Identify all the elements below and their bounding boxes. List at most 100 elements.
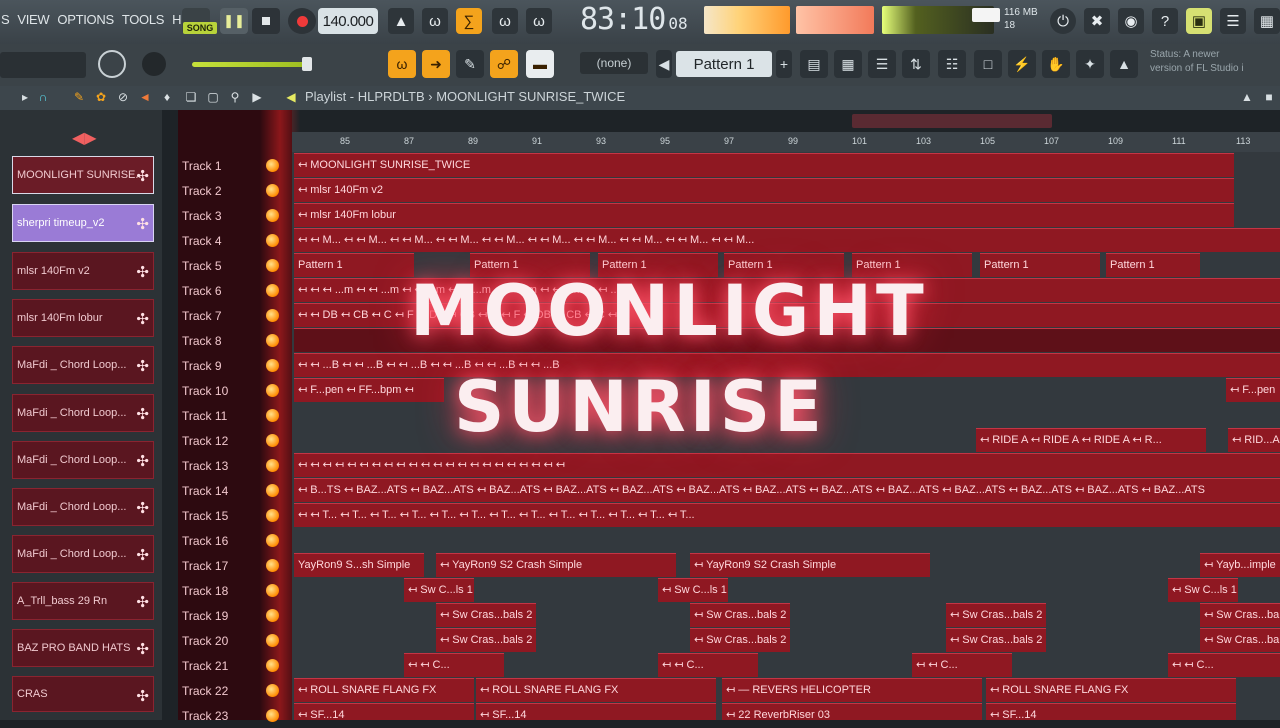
menu-options[interactable]: OPTIONS bbox=[56, 12, 114, 27]
pattern-clip[interactable]: Pattern 1 bbox=[470, 253, 590, 277]
save-button[interactable]: ▣ bbox=[1186, 8, 1212, 34]
clip-track12[interactable]: ↤ RIDE A ↤ RIDE A ↤ RIDE A ↤ R... bbox=[976, 428, 1206, 452]
clip-track7[interactable]: ↤ ↤ DB ↤ CB ↤ C ↤ F ↤ DB ↤ CB ↤ C ↤ F ↤ … bbox=[294, 303, 1280, 327]
mixer-button[interactable]: ☰ bbox=[1220, 8, 1246, 34]
picker-item[interactable]: mlsr 140Fm v2 ✣ bbox=[12, 252, 154, 290]
pattern-clip[interactable]: Pattern 1 bbox=[598, 253, 718, 277]
clip-track23[interactable]: ↤ SF...14 bbox=[294, 703, 474, 720]
track-mute-button[interactable] bbox=[266, 359, 279, 372]
menu-tools[interactable]: TOOLS bbox=[121, 12, 165, 27]
clip-track14[interactable]: ↤ B...TS ↤ BAZ...ATS ↤ BAZ...ATS ↤ BAZ..… bbox=[294, 478, 1280, 502]
clip-track22[interactable]: ↤ ROLL SNARE FLANG FX bbox=[476, 678, 716, 702]
picker-item[interactable]: mlsr 140Fm lobur ✣ bbox=[12, 299, 154, 337]
picker-item[interactable]: MaFdi _ Chord Loop... ✣ bbox=[12, 394, 154, 432]
clip-track23[interactable]: ↤ 22 ReverbRiser 03 bbox=[722, 703, 982, 720]
slider-handle[interactable] bbox=[302, 57, 312, 71]
clip-track2[interactable]: ↤ mlsr 140Fm v2 bbox=[294, 178, 1234, 202]
pattern-clip[interactable]: Pattern 1 bbox=[852, 253, 972, 277]
track-mute-button[interactable] bbox=[266, 434, 279, 447]
track-mute-button[interactable] bbox=[266, 609, 279, 622]
picker-arrows-icon[interactable]: ◀▶ bbox=[72, 128, 97, 148]
clip-track8[interactable] bbox=[294, 328, 1280, 352]
track-mute-button[interactable] bbox=[266, 334, 279, 347]
step-edit-button[interactable]: ω bbox=[492, 8, 518, 34]
master-volume-slider[interactable] bbox=[192, 62, 312, 67]
magnet-snap-button[interactable]: ∩ bbox=[36, 90, 50, 104]
track-mute-button[interactable] bbox=[266, 709, 279, 722]
slice-mode-button[interactable]: ❏ bbox=[184, 90, 198, 104]
song-mode-label[interactable]: SONG bbox=[183, 22, 217, 34]
clip-track21[interactable]: ↤ ↤ C... bbox=[658, 653, 758, 677]
clip-track20[interactable]: ↤ Sw Cras...bals 2 bbox=[1200, 628, 1280, 652]
playlist-window-button[interactable]: ▤ bbox=[800, 50, 828, 78]
clip-track17[interactable]: ↤ YayRon9 S2 Crash Simple bbox=[436, 553, 676, 577]
track-mute-button[interactable] bbox=[266, 659, 279, 672]
mixer-window-button[interactable]: ⇅ bbox=[902, 50, 930, 78]
clip-track21[interactable]: ↤ ↤ C... bbox=[404, 653, 504, 677]
paint-mode-button[interactable]: ✿ bbox=[94, 90, 108, 104]
picker-item[interactable]: A_Trll_bass 29 Rn ✣ bbox=[12, 582, 154, 620]
pattern-clip[interactable]: Pattern 1 bbox=[294, 253, 414, 277]
clip-track23[interactable]: ↤ SF...14 bbox=[476, 703, 716, 720]
clip-track19[interactable]: ↤ Sw Cras...bals 2 bbox=[436, 603, 536, 627]
snap-selector[interactable]: (none) bbox=[580, 52, 648, 74]
clip-track20[interactable]: ↤ Sw Cras...bals 2 bbox=[436, 628, 536, 652]
picker-item[interactable]: MOONLIGHT SUNRISE... ✣ bbox=[12, 156, 154, 194]
track-mute-button[interactable] bbox=[266, 509, 279, 522]
picker-item[interactable]: MaFdi _ Chord Loop... ✣ bbox=[12, 346, 154, 384]
pattern-clip[interactable]: Pattern 1 bbox=[980, 253, 1100, 277]
clip-track17[interactable]: YayRon9 S...sh Simple bbox=[294, 553, 424, 577]
blend-button[interactable]: ω bbox=[526, 8, 552, 34]
project-button[interactable]: ☷ bbox=[938, 50, 966, 78]
browser-button[interactable]: □ bbox=[974, 50, 1002, 78]
clip-track18[interactable]: ↤ Sw C...ls 1 bbox=[404, 578, 474, 602]
clip-track1[interactable]: ↤ MOONLIGHT SUNRISE_TWICE bbox=[294, 153, 1234, 177]
timeline-ruler[interactable] bbox=[292, 132, 1280, 152]
clip-track10[interactable]: ↤ F...pen ↤ FF...bpm ↤ bbox=[294, 378, 444, 402]
playlist-close-button[interactable]: ■ bbox=[1262, 90, 1276, 104]
stop-button[interactable] bbox=[252, 8, 280, 34]
metronome-button[interactable]: ▲ bbox=[388, 8, 414, 34]
piano-roll-button[interactable]: ▦ bbox=[834, 50, 862, 78]
tempo-display[interactable]: 140.000 bbox=[318, 8, 378, 34]
delete-mode-button[interactable]: ⊘ bbox=[116, 90, 130, 104]
tools-button[interactable]: ✖ bbox=[1084, 8, 1110, 34]
pattern-clip[interactable]: Pattern 1 bbox=[724, 253, 844, 277]
clip-track6[interactable]: ↤ ↤ ↤ ...m ↤ ↤ ...m ↤ ↤ ...m ↤ ↤ ...m ↤ … bbox=[294, 278, 1280, 302]
clip-track3[interactable]: ↤ mlsr 140Fm lobur bbox=[294, 203, 1234, 227]
play-button[interactable]: ❚❚ bbox=[220, 8, 248, 34]
clip-track22[interactable]: ↤ ROLL SNARE FLANG FX bbox=[294, 678, 474, 702]
clip-track18[interactable]: ↤ Sw C...ls 1 bbox=[1168, 578, 1238, 602]
clip-track17[interactable]: ↤ YayRon9 S2 Crash Simple bbox=[690, 553, 930, 577]
playlist-menu-arrow[interactable]: ▸ bbox=[18, 90, 32, 104]
clip-track9[interactable]: ↤ ↤ ...B ↤ ↤ ...B ↤ ↤ ...B ↤ ↤ ...B ↤ ↤ … bbox=[294, 353, 1280, 377]
fx-button[interactable]: ✦ bbox=[1076, 50, 1104, 78]
draw-mode-button[interactable]: ✎ bbox=[72, 90, 86, 104]
playback-mode-button[interactable]: ▶ bbox=[250, 90, 264, 104]
picker-item[interactable]: MaFdi _ Chord Loop... ✣ bbox=[12, 535, 154, 573]
countdown-button[interactable]: ∑ bbox=[456, 8, 482, 34]
menu-view[interactable]: VIEW bbox=[16, 12, 50, 27]
track-mute-button[interactable] bbox=[266, 584, 279, 597]
stamp-tool-button[interactable]: ▬ bbox=[526, 50, 554, 78]
track-mute-button[interactable] bbox=[266, 234, 279, 247]
clip-track19[interactable]: ↤ Sw Cras...bals 2 bbox=[1200, 603, 1280, 627]
record-button[interactable] bbox=[288, 8, 316, 34]
plugin-picker-button[interactable]: ⚡ bbox=[1008, 50, 1036, 78]
picker-item[interactable]: MaFdi _ Chord Loop... ✣ bbox=[12, 488, 154, 526]
playlist-minimize-button[interactable]: ▲ bbox=[1240, 90, 1254, 104]
picker-item[interactable]: MaFdi _ Chord Loop... ✣ bbox=[12, 441, 154, 479]
pattern-clip[interactable]: Pattern 1 bbox=[1106, 253, 1200, 277]
master-volume-knob[interactable] bbox=[98, 50, 126, 78]
pattern-add-button[interactable]: + bbox=[776, 50, 792, 78]
clip-track23[interactable]: ↤ SF...14 bbox=[986, 703, 1236, 720]
track-mute-button[interactable] bbox=[266, 159, 279, 172]
clip-track19[interactable]: ↤ Sw Cras...bals 2 bbox=[946, 603, 1046, 627]
clip-track22[interactable]: ↤ ROLL SNARE FLANG FX bbox=[986, 678, 1236, 702]
draw-tool-button[interactable]: ➜ bbox=[422, 50, 450, 78]
power-button[interactable]: ⏻ bbox=[1050, 8, 1076, 34]
pencil-tool-button[interactable]: ✎ bbox=[456, 50, 484, 78]
clip-track20[interactable]: ↤ Sw Cras...bals 2 bbox=[946, 628, 1046, 652]
song-position-display[interactable]: 83:10 08 bbox=[580, 2, 698, 42]
horizontal-scrollbar[interactable] bbox=[852, 114, 1052, 128]
